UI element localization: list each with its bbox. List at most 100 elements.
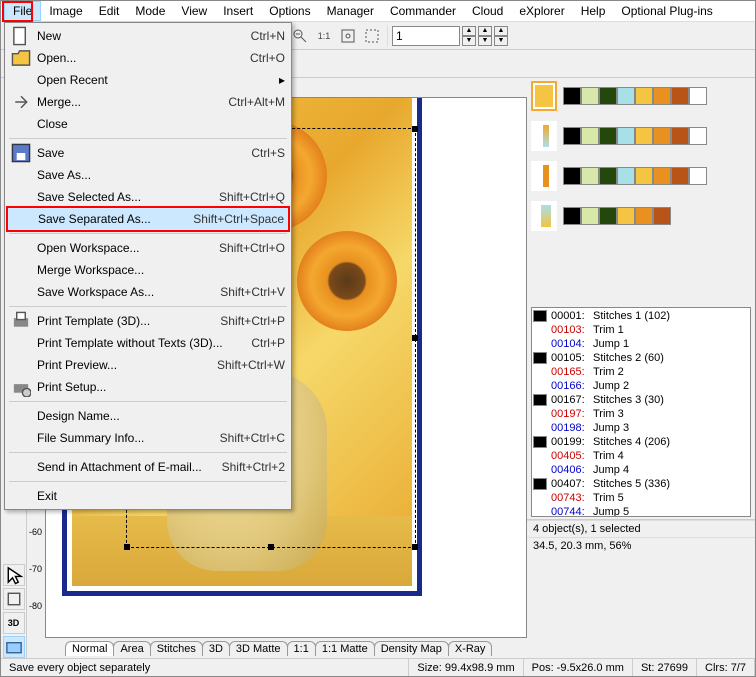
spinner[interactable]: ▲▼: [462, 26, 476, 46]
color-swatch[interactable]: [635, 167, 653, 185]
layer-tool[interactable]: [3, 636, 25, 658]
mi-save-workspace[interactable]: Save Workspace As...Shift+Ctrl+V: [7, 281, 289, 303]
tab-3d[interactable]: 3D: [202, 641, 230, 656]
color-swatch[interactable]: [671, 127, 689, 145]
mi-print-setup[interactable]: Print Setup...: [7, 376, 289, 398]
mi-file-summary[interactable]: File Summary Info...Shift+Ctrl+C: [7, 427, 289, 449]
thumb-row-1[interactable]: [527, 119, 755, 153]
tab-stitches[interactable]: Stitches: [150, 641, 203, 656]
color-swatch[interactable]: [617, 167, 635, 185]
color-swatch[interactable]: [617, 127, 635, 145]
color-swatch[interactable]: [581, 167, 599, 185]
mi-send-email[interactable]: Send in Attachment of E-mail...Shift+Ctr…: [7, 456, 289, 478]
stitch-entry[interactable]: 00199: Stitches 4 (206): [533, 435, 749, 449]
tab-3dmatte[interactable]: 3D Matte: [229, 641, 288, 656]
thumbnail-1[interactable]: [531, 121, 557, 151]
stitch-entry[interactable]: 00104: Jump 1: [533, 337, 749, 351]
menu-file[interactable]: File: [4, 1, 41, 21]
mi-print-notext[interactable]: Print Template without Texts (3D)...Ctrl…: [7, 332, 289, 354]
mi-merge-workspace[interactable]: Merge Workspace...: [7, 259, 289, 281]
stitch-entry[interactable]: 00744: Jump 5: [533, 505, 749, 517]
color-swatch[interactable]: [599, 87, 617, 105]
thumb-row-0[interactable]: [527, 79, 755, 113]
menu-options[interactable]: Options: [261, 2, 318, 20]
toolbar-input[interactable]: [392, 26, 460, 46]
tab-xray[interactable]: X-Ray: [448, 641, 493, 656]
pointer-tool[interactable]: [3, 564, 25, 586]
stitch-entry[interactable]: 00105: Stitches 2 (60): [533, 351, 749, 365]
stitch-entry[interactable]: 00166: Jump 2: [533, 379, 749, 393]
tab-area[interactable]: Area: [113, 641, 150, 656]
mi-new[interactable]: NewCtrl+N: [7, 25, 289, 47]
color-swatch[interactable]: [563, 127, 581, 145]
thumbnail-0[interactable]: [531, 81, 557, 111]
mi-design-name[interactable]: Design Name...: [7, 405, 289, 427]
mi-saveas[interactable]: Save As...: [7, 164, 289, 186]
3d-tool[interactable]: 3D: [3, 612, 25, 634]
mi-save-separated[interactable]: Save Separated As...Shift+Ctrl+Space: [8, 208, 288, 230]
mi-open-recent[interactable]: Open Recent▸: [7, 69, 289, 91]
color-swatch[interactable]: [563, 167, 581, 185]
color-swatch[interactable]: [617, 87, 635, 105]
stitch-entry[interactable]: 00198: Jump 3: [533, 421, 749, 435]
stitch-entry[interactable]: 00405: Trim 4: [533, 449, 749, 463]
zoom-out-button[interactable]: [289, 25, 311, 47]
color-swatch[interactable]: [599, 207, 617, 225]
color-swatch[interactable]: [635, 207, 653, 225]
color-swatch[interactable]: [653, 87, 671, 105]
color-swatch[interactable]: [671, 87, 689, 105]
thumbnail-3[interactable]: [531, 201, 557, 231]
spinner-down[interactable]: ▼: [462, 36, 476, 46]
spinner-up[interactable]: ▲: [462, 26, 476, 36]
color-swatch[interactable]: [653, 207, 671, 225]
menu-edit[interactable]: Edit: [91, 2, 128, 20]
color-swatch[interactable]: [689, 167, 707, 185]
color-swatch[interactable]: [635, 87, 653, 105]
menu-manager[interactable]: Manager: [319, 2, 382, 20]
spinner2[interactable]: ▲▼: [478, 26, 492, 46]
stitch-entry[interactable]: 00165: Trim 2: [533, 365, 749, 379]
color-swatch[interactable]: [653, 127, 671, 145]
mi-print-template[interactable]: Print Template (3D)...Shift+Ctrl+P: [7, 310, 289, 332]
spinner3[interactable]: ▲▼: [494, 26, 508, 46]
mi-merge[interactable]: Merge...Ctrl+Alt+M: [7, 91, 289, 113]
color-swatch[interactable]: [635, 127, 653, 145]
mi-exit[interactable]: Exit: [7, 485, 289, 507]
stitch-entry[interactable]: 00001: Stitches 1 (102): [533, 309, 749, 323]
mi-open-workspace[interactable]: Open Workspace...Shift+Ctrl+O: [7, 237, 289, 259]
color-swatch[interactable]: [599, 167, 617, 185]
stitch-entry[interactable]: 00103: Trim 1: [533, 323, 749, 337]
mi-open[interactable]: Open...Ctrl+O: [7, 47, 289, 69]
thumbnail-2[interactable]: [531, 161, 557, 191]
tab-11matte[interactable]: 1:1 Matte: [315, 641, 375, 656]
thumb-row-2[interactable]: [527, 159, 755, 193]
stitch-entry[interactable]: 00197: Trim 3: [533, 407, 749, 421]
menu-explorer[interactable]: eXplorer: [511, 2, 572, 20]
color-swatch[interactable]: [653, 167, 671, 185]
stitch-entry[interactable]: 00406: Jump 4: [533, 463, 749, 477]
stitch-entry[interactable]: 00743: Trim 5: [533, 491, 749, 505]
color-swatch[interactable]: [581, 207, 599, 225]
mi-close[interactable]: Close: [7, 113, 289, 135]
tab-11[interactable]: 1:1: [287, 641, 316, 656]
tab-density[interactable]: Density Map: [374, 641, 449, 656]
color-swatch[interactable]: [581, 127, 599, 145]
stitch-entry[interactable]: 00407: Stitches 5 (336): [533, 477, 749, 491]
thumb-row-3[interactable]: [527, 199, 755, 233]
zoom-sel-button[interactable]: [361, 25, 383, 47]
color-swatch[interactable]: [599, 127, 617, 145]
color-swatch[interactable]: [689, 127, 707, 145]
menu-plugins[interactable]: Optional Plug-ins: [613, 2, 720, 20]
mi-print-preview[interactable]: Print Preview...Shift+Ctrl+W: [7, 354, 289, 376]
color-swatch[interactable]: [617, 207, 635, 225]
stitches-list[interactable]: 00001: Stitches 1 (102)00103: Trim 10010…: [531, 307, 751, 517]
color-swatch[interactable]: [581, 87, 599, 105]
mi-save-selected[interactable]: Save Selected As...Shift+Ctrl+Q: [7, 186, 289, 208]
color-swatch[interactable]: [689, 87, 707, 105]
menu-help[interactable]: Help: [573, 2, 614, 20]
menu-mode[interactable]: Mode: [127, 2, 173, 20]
color-swatch[interactable]: [563, 207, 581, 225]
zoom-fit-button[interactable]: [337, 25, 359, 47]
hand-tool[interactable]: [3, 588, 25, 610]
stitch-entry[interactable]: 00167: Stitches 3 (30): [533, 393, 749, 407]
